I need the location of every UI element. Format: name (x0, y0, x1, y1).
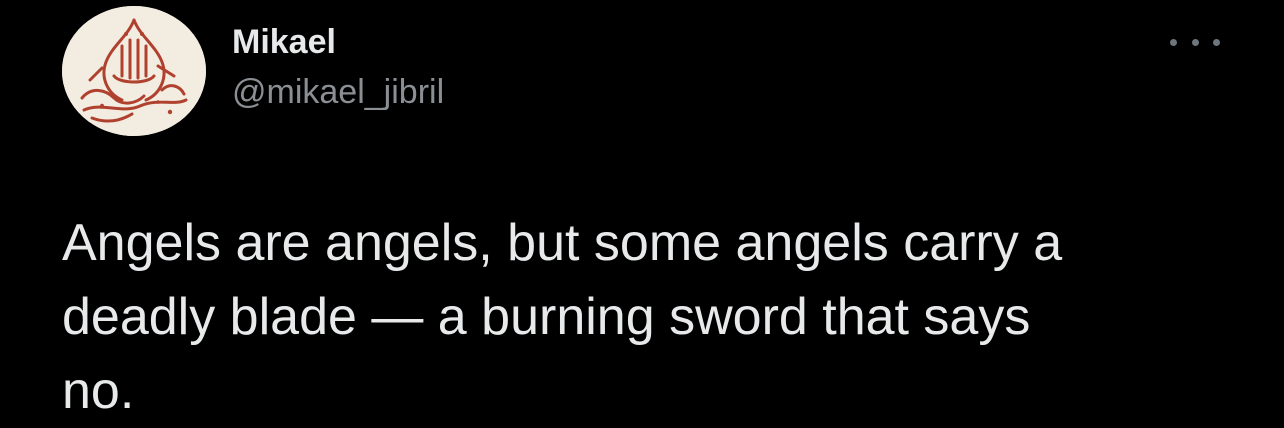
more-options-button[interactable] (1170, 30, 1220, 54)
more-horizontal-icon (1170, 38, 1177, 46)
arabic-calligraphy-icon (62, 6, 206, 136)
more-horizontal-icon (1191, 38, 1199, 46)
tweet-text: Angels are angels, but some angels carry… (62, 214, 1063, 420)
more-horizontal-icon (1213, 38, 1220, 46)
avatar[interactable] (62, 6, 206, 136)
author-display-name[interactable]: Mikael (232, 22, 336, 62)
author-handle[interactable]: @mikael_jibril (232, 72, 444, 112)
tweet: Mikael @mikael_jibril Angels are angels,… (0, 0, 1284, 427)
